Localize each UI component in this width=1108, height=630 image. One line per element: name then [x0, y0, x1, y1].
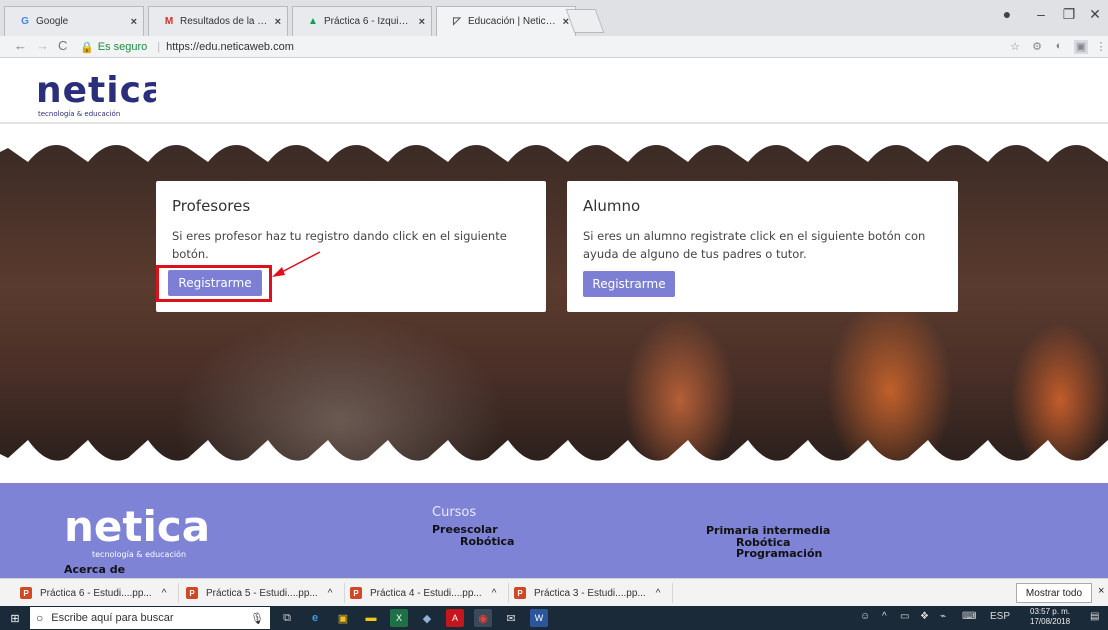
powerpoint-file-icon: P — [350, 587, 362, 599]
download-filename: Práctica 4 - Estudi....pp... — [370, 587, 482, 599]
divider: | — [157, 41, 161, 53]
browser-toolbar: ← → C 🔒 Es seguro | https://edu.neticawe… — [0, 36, 1108, 58]
student-register-button[interactable]: Registrarme — [583, 271, 675, 297]
lock-icon: 🔒 — [80, 41, 94, 54]
course-primaria-programacion[interactable]: Programación — [736, 547, 822, 560]
edge-icon[interactable]: e — [306, 609, 324, 627]
footer-logo-tagline: tecnología & educación — [92, 549, 186, 559]
download-filename: Práctica 6 - Estudi....pp... — [40, 587, 152, 599]
pdf-extension-icon[interactable]: ▣ — [1074, 40, 1088, 54]
app-icon[interactable]: ◆ — [418, 609, 436, 627]
browser-tab-bar: G Google × M Resultados de la búsqued × … — [0, 0, 1108, 36]
netica-icon: ◸ — [453, 16, 461, 27]
download-item[interactable]: P Práctica 3 - Estudi....pp... ^ — [514, 583, 674, 603]
keyboard-icon[interactable]: ⌨ — [962, 611, 976, 622]
chevron-up-icon[interactable]: ^ — [492, 588, 497, 599]
windows-start-icon[interactable]: ⊞ — [6, 609, 24, 627]
battery-icon[interactable]: ▭ — [900, 611, 909, 622]
close-downloads-icon[interactable]: × — [1098, 585, 1104, 597]
tab-drive[interactable]: ▲ Práctica 6 - Izquierda, de × — [292, 6, 432, 36]
student-card-title: Alumno — [583, 197, 641, 215]
netica-logo-icon: netica tecnología & educación — [36, 70, 166, 118]
annotation-highlight-box — [156, 265, 272, 302]
footer-about-link[interactable]: Acerca de — [64, 563, 125, 576]
site-footer: netica tecnología & educación Acerca de … — [0, 483, 1108, 578]
language-indicator[interactable]: ESP — [990, 611, 1010, 622]
dropbox-icon[interactable]: ❖ — [920, 611, 929, 622]
extension-icon[interactable]: ⚙ — [1030, 40, 1044, 54]
download-item[interactable]: P Práctica 6 - Estudi....pp... ^ — [20, 583, 180, 603]
address-bar[interactable]: 🔒 Es seguro | https://edu.neticaweb.com — [80, 38, 1000, 56]
close-icon[interactable]: × — [275, 16, 281, 28]
powerpoint-file-icon: P — [514, 587, 526, 599]
task-view-icon[interactable]: ⧉ — [278, 609, 296, 627]
clock[interactable]: 03:57 p. m. 17/08/2018 — [1030, 607, 1070, 627]
cortana-icon: ○ — [36, 611, 44, 625]
star-icon[interactable]: ☆ — [1008, 40, 1022, 54]
course-preescolar-robotica[interactable]: Robótica — [460, 535, 514, 548]
powerpoint-file-icon: P — [20, 587, 32, 599]
menu-icon[interactable]: ⋮ — [1094, 40, 1108, 54]
clock-date: 17/08/2018 — [1030, 617, 1071, 626]
tab-gmail[interactable]: M Resultados de la búsqued × — [148, 6, 288, 36]
teacher-card-text: Si eres profesor haz tu registro dando c… — [172, 229, 507, 261]
chevron-up-icon[interactable]: ^ — [656, 588, 661, 599]
store-icon[interactable]: ▣ — [334, 609, 352, 627]
word-icon[interactable]: W — [530, 609, 548, 627]
close-window-icon[interactable]: ✕ — [1078, 0, 1108, 28]
drive-icon: ▲ — [308, 16, 318, 27]
student-card-text: Si eres un alumno registrate click en el… — [583, 229, 926, 261]
chrome-icon[interactable]: ◉ — [474, 609, 492, 627]
tab-label: Educación | Netica Robot — [468, 16, 557, 27]
back-icon[interactable]: ← — [14, 38, 27, 53]
profile-icon[interactable]: ● — [990, 0, 1024, 28]
reload-icon[interactable]: C — [58, 38, 67, 53]
download-item[interactable]: P Práctica 4 - Estudi....pp... ^ — [350, 583, 510, 603]
notifications-icon[interactable]: ▤ — [1090, 611, 1099, 622]
footer-logo-wordmark: netica — [64, 502, 210, 551]
gmail-icon: M — [164, 16, 174, 27]
extension-icon[interactable]: ◐ — [1052, 40, 1066, 54]
logo-wordmark: netica — [36, 70, 156, 111]
google-icon: G — [21, 16, 29, 27]
logo-tagline: tecnología & educación — [38, 110, 120, 118]
mail-icon[interactable]: ✉ — [502, 609, 520, 627]
download-filename: Práctica 3 - Estudi....pp... — [534, 587, 646, 599]
clock-time: 03:57 p. m. — [1030, 607, 1071, 616]
show-all-downloads-button[interactable]: Mostrar todo — [1016, 583, 1092, 603]
site-logo[interactable]: netica tecnología & educación — [36, 64, 166, 124]
close-icon[interactable]: × — [419, 16, 425, 28]
network-icon[interactable]: ⌁ — [940, 611, 946, 622]
microphone-icon[interactable]: 🎙 — [250, 612, 264, 625]
url-text: https://edu.neticaweb.com — [166, 41, 294, 53]
file-explorer-icon[interactable]: ▬ — [362, 609, 380, 627]
close-icon[interactable]: × — [131, 16, 137, 28]
download-filename: Práctica 5 - Estudi....pp... — [206, 587, 318, 599]
tab-google[interactable]: G Google × — [4, 6, 144, 36]
teacher-card-title: Profesores — [172, 197, 251, 215]
courses-heading: Cursos — [432, 505, 477, 520]
tab-label: Google — [36, 16, 69, 27]
site-header — [0, 58, 1108, 124]
search-placeholder: Escribe aquí para buscar — [51, 612, 174, 624]
people-icon[interactable]: ☺ — [860, 611, 870, 622]
chevron-up-icon[interactable]: ^ — [328, 588, 333, 599]
powerpoint-file-icon: P — [186, 587, 198, 599]
taskbar-search-input[interactable]: ○ Escribe aquí para buscar 🎙 — [30, 607, 270, 629]
downloads-bar: P Práctica 6 - Estudi....pp... ^ P Práct… — [0, 578, 1108, 606]
acrobat-icon[interactable]: A — [446, 609, 464, 627]
download-item[interactable]: P Práctica 5 - Estudi....pp... ^ — [186, 583, 346, 603]
annotation-arrow — [272, 251, 321, 277]
tab-label: Práctica 6 - Izquierda, de — [324, 16, 413, 27]
excel-icon[interactable]: X — [390, 609, 408, 627]
footer-logo[interactable]: netica tecnología & educación — [64, 499, 224, 563]
tab-netica[interactable]: ◸ Educación | Netica Robot × — [436, 6, 576, 36]
secure-label: Es seguro — [97, 41, 148, 53]
tab-label: Resultados de la búsqued — [180, 16, 269, 27]
forward-icon[interactable]: → — [36, 38, 49, 53]
chevron-up-icon[interactable]: ^ — [162, 588, 167, 599]
show-hidden-icons[interactable]: ^ — [882, 611, 887, 622]
windows-taskbar: ⊞ ○ Escribe aquí para buscar 🎙 ⧉ e ▣ ▬ X… — [0, 606, 1108, 630]
